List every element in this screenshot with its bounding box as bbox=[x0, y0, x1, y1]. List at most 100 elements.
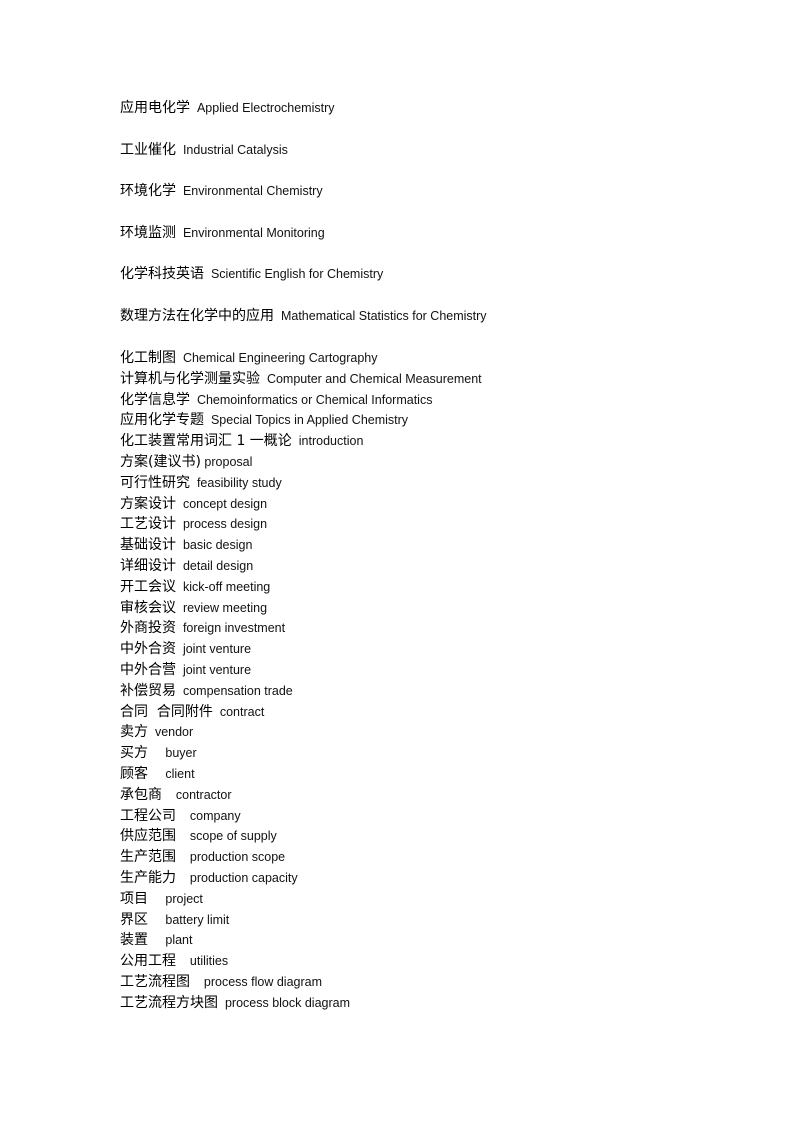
term-chinese: 界区 bbox=[120, 911, 148, 928]
term-separator bbox=[190, 975, 204, 989]
term-separator bbox=[176, 871, 190, 885]
term-chinese: 应用电化学 bbox=[120, 100, 190, 116]
glossary-entry: 工程公司 company bbox=[120, 805, 241, 825]
term-chinese: 基础设计 bbox=[120, 537, 176, 554]
glossary-entry: 化工装置常用词汇 1 一概论 introduction bbox=[120, 430, 363, 450]
term-english: Chemoinformatics or Chemical Informatics bbox=[196, 392, 433, 407]
term-chinese: 补偿贸易 bbox=[120, 682, 176, 699]
glossary-entry: 项目 project bbox=[120, 888, 203, 908]
term-english: company bbox=[189, 808, 241, 823]
term-english: Chemical Engineering Cartography bbox=[182, 351, 378, 365]
glossary-entry: 补偿贸易 compensation trade bbox=[120, 680, 293, 700]
term-chinese: 工艺流程图 bbox=[120, 974, 190, 990]
term-chinese: 化学信息学 bbox=[120, 391, 190, 408]
term-separator bbox=[176, 497, 183, 511]
term-separator bbox=[176, 621, 183, 635]
term-english: process design bbox=[182, 517, 268, 532]
glossary-entry: 应用化学专题 Special Topics in Applied Chemist… bbox=[120, 409, 408, 429]
term-chinese: 化学科技英语 bbox=[120, 266, 204, 282]
term-separator bbox=[176, 559, 183, 573]
term-chinese: 工业催化 bbox=[120, 142, 176, 158]
glossary-entry: 承包商 contractor bbox=[120, 784, 232, 804]
glossary-entry: 方案设计 concept design bbox=[120, 493, 267, 513]
glossary-entry: 界区 battery limit bbox=[120, 909, 229, 929]
glossary-entry: 环境化学 Environmental Chemistry bbox=[120, 180, 323, 200]
glossary-entry: 应用电化学 Applied Electrochemistry bbox=[120, 97, 335, 117]
term-chinese: 承包商 bbox=[120, 786, 162, 803]
term-separator bbox=[176, 829, 190, 843]
term-chinese: 计算机与化学测量实验 bbox=[120, 370, 260, 387]
term-separator bbox=[218, 996, 225, 1010]
glossary-entry: 工艺流程方块图 process block diagram bbox=[120, 992, 350, 1012]
term-chinese: 装置 bbox=[120, 932, 148, 949]
glossary-entry: 详细设计 detail design bbox=[120, 555, 253, 575]
term-english: client bbox=[165, 767, 195, 781]
term-separator bbox=[148, 725, 155, 739]
glossary-entry: 顾客 client bbox=[120, 763, 195, 783]
term-chinese: 化工制图 bbox=[120, 350, 176, 366]
term-separator bbox=[292, 434, 299, 448]
term-chinese: 审核会议 bbox=[120, 599, 176, 616]
term-english: contract bbox=[219, 704, 265, 719]
term-chinese: 数理方法在化学中的应用 bbox=[120, 308, 274, 324]
term-english: production capacity bbox=[189, 871, 298, 885]
term-separator bbox=[176, 642, 183, 656]
term-chinese: 详细设计 bbox=[120, 558, 176, 574]
term-english: battery limit bbox=[165, 912, 230, 927]
document-page: 应用电化学 Applied Electrochemistry 工业催化 Indus… bbox=[0, 0, 794, 1123]
term-english: Scientific English for Chemistry bbox=[210, 267, 384, 281]
term-chinese: 顾客 bbox=[120, 766, 148, 782]
term-chinese: 工艺设计 bbox=[120, 516, 176, 533]
term-separator bbox=[204, 413, 211, 427]
term-chinese: 外商投资 bbox=[120, 620, 176, 637]
term-separator bbox=[162, 788, 176, 802]
term-english: foreign investment bbox=[182, 621, 286, 636]
term-english: Computer and Chemical Measurement bbox=[266, 371, 482, 386]
term-english: Special Topics in Applied Chemistry bbox=[210, 413, 409, 428]
term-chinese: 生产能力 bbox=[120, 870, 176, 886]
term-separator bbox=[176, 226, 183, 240]
term-english: process flow diagram bbox=[203, 975, 323, 989]
term-separator bbox=[213, 705, 220, 719]
term-english: utilities bbox=[189, 954, 229, 969]
glossary-entry: 生产能力 production capacity bbox=[120, 867, 298, 887]
term-separator bbox=[190, 393, 197, 407]
term-separator bbox=[176, 663, 183, 677]
glossary-entry: 工业催化 Industrial Catalysis bbox=[120, 139, 288, 159]
term-chinese: 工程公司 bbox=[120, 807, 176, 824]
glossary-entry: 外商投资 foreign investment bbox=[120, 617, 285, 637]
term-chinese: 供应范围 bbox=[120, 828, 176, 845]
glossary-entry: 合同 合同附件 contract bbox=[120, 701, 264, 721]
term-english: compensation trade bbox=[182, 683, 293, 698]
term-separator bbox=[148, 892, 165, 906]
glossary-entry: 数理方法在化学中的应用 Mathematical Statistics for … bbox=[120, 305, 487, 325]
glossary-entry: 审核会议 review meeting bbox=[120, 597, 267, 617]
term-separator bbox=[176, 954, 190, 968]
glossary-entry: 工艺设计 process design bbox=[120, 513, 267, 533]
term-english: Mathematical Statistics for Chemistry bbox=[280, 309, 487, 323]
glossary-entry: 买方 buyer bbox=[120, 742, 197, 762]
term-chinese: 公用工程 bbox=[120, 953, 176, 970]
term-english: process block diagram bbox=[224, 995, 351, 1010]
term-separator bbox=[176, 684, 183, 698]
glossary-entry: 基础设计 basic design bbox=[120, 534, 252, 554]
term-separator bbox=[176, 538, 183, 552]
term-english: plant bbox=[165, 933, 193, 948]
term-english: joint venture bbox=[182, 663, 252, 677]
term-chinese: 生产范围 bbox=[120, 849, 176, 866]
term-english: basic design bbox=[182, 538, 253, 553]
term-chinese: 可行性研究 bbox=[120, 474, 190, 491]
term-english: Industrial Catalysis bbox=[182, 143, 288, 157]
term-english: scope of supply bbox=[189, 829, 277, 844]
glossary-entry: 化学科技英语 Scientific English for Chemistry bbox=[120, 263, 383, 283]
term-separator bbox=[176, 809, 190, 823]
glossary-entry: 中外合营 joint venture bbox=[120, 659, 251, 679]
term-separator bbox=[176, 580, 183, 594]
term-separator bbox=[190, 476, 197, 490]
term-english: introduction bbox=[298, 434, 364, 449]
glossary-entry: 计算机与化学测量实验 Computer and Chemical Measure… bbox=[120, 368, 482, 388]
term-separator bbox=[176, 850, 190, 864]
glossary-entry: 可行性研究 feasibility study bbox=[120, 472, 282, 492]
glossary-entry: 供应范围 scope of supply bbox=[120, 825, 277, 845]
term-chinese: 工艺流程方块图 bbox=[120, 994, 218, 1011]
